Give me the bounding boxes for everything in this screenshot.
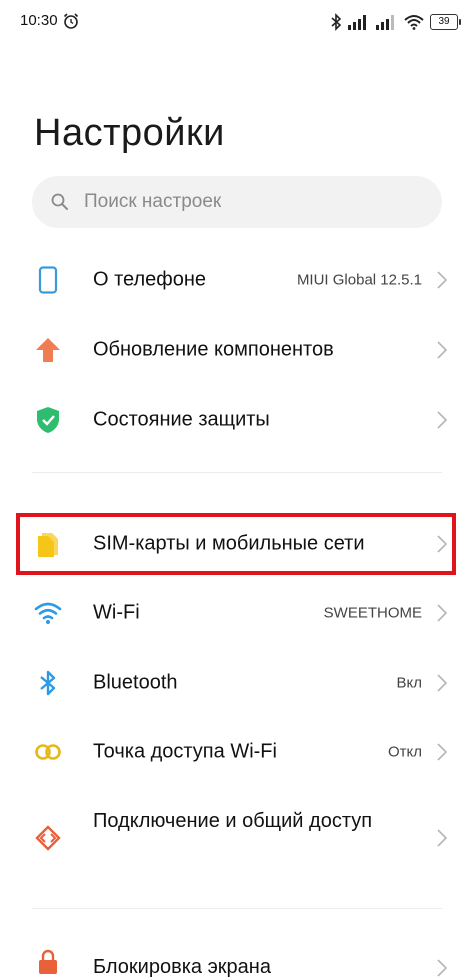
section-divider — [32, 908, 442, 909]
search-input[interactable] — [84, 176, 424, 228]
chevron-right-icon — [437, 743, 448, 761]
settings-item-value: SWEETHOME — [323, 604, 422, 622]
settings-item-label: О телефоне — [93, 268, 207, 291]
settings-item-hotspot[interactable]: Точка доступа Wi-Fi Откл — [0, 722, 474, 782]
status-time: 10:30 — [20, 12, 58, 29]
settings-item-label: Обновление компонентов — [93, 338, 334, 361]
settings-item-value: Вкл — [396, 674, 423, 692]
chevron-right-icon — [437, 829, 448, 847]
phone-icon — [38, 266, 58, 294]
settings-item-protection-status[interactable]: Состояние защиты — [0, 390, 474, 450]
chevron-right-icon — [437, 341, 448, 359]
wifi-icon — [34, 602, 62, 624]
lock-icon — [39, 949, 57, 974]
status-bar: 10:30 39 — [0, 0, 474, 44]
settings-item-label: Wi-Fi — [93, 601, 140, 624]
highlight-frame — [16, 513, 456, 575]
connection-share-icon — [35, 825, 61, 851]
settings-item-value: MIUI Global 12.5.1 — [296, 271, 422, 289]
signal-icon — [348, 15, 366, 30]
settings-item-label: Состояние защиты — [93, 408, 270, 431]
shield-check-icon — [37, 407, 59, 433]
search-icon — [51, 193, 68, 210]
alarm-clock-icon — [63, 13, 79, 29]
settings-item-label: Блокировка экрана — [93, 956, 271, 978]
chevron-right-icon — [437, 604, 448, 622]
wifi-status-icon — [404, 15, 424, 30]
update-arrow-icon — [36, 338, 60, 362]
bluetooth-status-icon — [331, 13, 342, 31]
signal-icon-2 — [376, 15, 394, 30]
settings-item-wifi[interactable]: Wi-Fi SWEETHOME — [0, 583, 474, 643]
chevron-right-icon — [437, 959, 448, 977]
settings-item-about-phone[interactable]: О телефоне MIUI Global 12.5.1 — [0, 250, 474, 310]
status-icons: 39 — [330, 12, 461, 32]
settings-item-update-components[interactable]: Обновление компонентов — [0, 320, 474, 380]
battery-indicator: 39 — [430, 14, 461, 30]
settings-item-label: Подключение и общий доступ — [93, 810, 373, 832]
section-divider — [32, 472, 442, 473]
page-title: Настройки — [34, 112, 225, 154]
settings-item-label: Точка доступа Wi-Fi — [93, 740, 277, 763]
settings-item-value: Откл — [387, 743, 422, 761]
settings-item-bluetooth[interactable]: Bluetooth Вкл — [0, 653, 474, 713]
search-bar[interactable] — [32, 176, 442, 228]
hotspot-icon — [35, 744, 61, 760]
bluetooth-icon — [40, 670, 56, 696]
chevron-right-icon — [437, 271, 448, 289]
chevron-right-icon — [437, 411, 448, 429]
chevron-right-icon — [437, 674, 448, 692]
settings-item-label: Bluetooth — [93, 671, 178, 694]
